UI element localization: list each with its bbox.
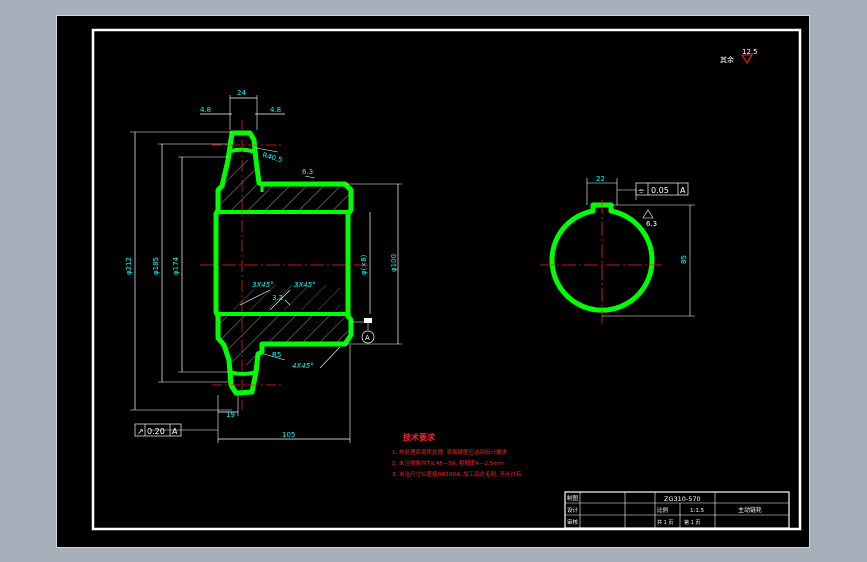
engineering-drawing: 其余 12.5 24 4.8 4.8 R40.5 6.3 φ212 φ185 φ… bbox=[91, 28, 802, 531]
runout-symbol-icon: ↗ bbox=[137, 427, 144, 436]
notes-line-3: 3. 未注尺寸公差按GB1804, 加工后去毛刺, 不允许有 bbox=[392, 470, 522, 478]
dim-total-length: 105 bbox=[282, 431, 295, 439]
roughness-value: 12.5 bbox=[742, 48, 758, 56]
dim-right-chamfer: 4.8 bbox=[270, 106, 281, 114]
notes-title: 技术要求 bbox=[403, 432, 436, 442]
keyway-roughness: 6.3 bbox=[646, 220, 657, 228]
title-block: 制图 设计 审核 ZG310-570 比例 1:1.5 主动链轮 共 1 页 第… bbox=[564, 491, 790, 529]
runout-value: 0.20 bbox=[147, 427, 165, 436]
dim-fillet: R5 bbox=[272, 351, 281, 359]
dim-chamfer-2: 3X45° bbox=[294, 281, 316, 289]
part-name: 主动链轮 bbox=[738, 506, 762, 514]
title-row-2: 设计 bbox=[567, 506, 579, 514]
technical-requirements: 技术要求 1. 热处理后调质处理, 表面硬度应达到设计要求 2. 未注倒角均为C… bbox=[392, 432, 522, 478]
notes-line-1: 1. 热处理后调质处理, 表面硬度应达到设计要求 bbox=[392, 448, 507, 456]
datum-label: A bbox=[365, 334, 370, 342]
title-row-1: 制图 bbox=[567, 494, 579, 502]
symmetry-tolerance-frame: ⌯ 0.05 A bbox=[635, 182, 689, 196]
dim-d100: φ100 bbox=[390, 254, 398, 272]
section-view: 22 85 6.3 ⌯ 0.05 A bbox=[540, 175, 695, 325]
tooth-groove-bottom bbox=[229, 370, 257, 376]
dim-d212: φ212 bbox=[125, 257, 133, 275]
side-view: 24 4.8 4.8 R40.5 6.3 φ212 φ185 φ174 φ100… bbox=[125, 89, 402, 443]
sheet-total: 共 1 页 bbox=[657, 519, 673, 526]
dim-d174: φ174 bbox=[172, 256, 180, 275]
symmetry-datum: A bbox=[680, 186, 686, 195]
dim-tooth-radius: R40.5 bbox=[261, 151, 283, 164]
dim-chamfer-3: 4X45° bbox=[292, 362, 314, 370]
title-row-3: 审核 bbox=[567, 518, 579, 526]
scale-value: 1:1.5 bbox=[690, 508, 705, 514]
keyway-depth-dim: 85 bbox=[680, 255, 688, 264]
dim-d185: φ185 bbox=[152, 257, 160, 275]
runout-tolerance-frame: ↗ 0.20 A bbox=[134, 423, 182, 437]
symmetry-symbol-icon: ⌯ bbox=[638, 186, 645, 195]
roughness-symbol-icon bbox=[741, 54, 753, 64]
scale-label: 比例 bbox=[657, 506, 669, 514]
surface-roughness-note: 其余 12.5 bbox=[720, 48, 758, 64]
drawing-number: ZG310-570 bbox=[664, 495, 701, 503]
roughness-label: 其余 bbox=[720, 55, 734, 64]
notes-line-2: 2. 未注倒角均为C45—50, 粗糙度4—2.5mm bbox=[392, 459, 504, 467]
datum-square bbox=[364, 318, 372, 323]
dim-left-chamfer: 4.8 bbox=[200, 106, 211, 114]
runout-datum: A bbox=[172, 427, 178, 436]
keyway-width-dim: 22 bbox=[596, 175, 605, 183]
sheet-number: 第 1 页 bbox=[684, 519, 700, 526]
dim-roughness-top: 6.3 bbox=[302, 168, 313, 176]
dim-chamfer-1: 3X45° bbox=[252, 281, 274, 289]
dim-d48: φ(×8) bbox=[360, 254, 368, 275]
dim-tooth-width: 19 bbox=[226, 411, 235, 419]
dim-top-width: 24 bbox=[237, 89, 246, 97]
dim-roughness-mid: 3.2 bbox=[272, 294, 283, 302]
symmetry-value: 0.05 bbox=[651, 186, 669, 195]
